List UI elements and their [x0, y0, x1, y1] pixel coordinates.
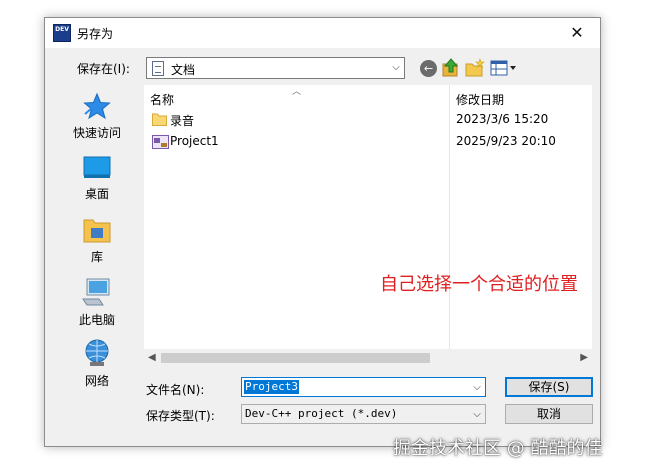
title-bar: DEV 另存为 ✕: [45, 18, 600, 48]
place-label: 桌面: [84, 187, 109, 201]
close-button[interactable]: ✕: [554, 18, 600, 48]
place-label: 快速访问: [72, 126, 121, 140]
back-arrow-icon: ←: [423, 62, 434, 75]
filetype-value: Dev-C++ project (*.dev): [245, 407, 398, 420]
place-network[interactable]: 网络: [63, 338, 131, 389]
current-folder-name: 文档: [171, 63, 196, 77]
place-library[interactable]: 库: [63, 216, 131, 265]
view-menu-button[interactable]: [490, 59, 518, 77]
folder-icon: [152, 113, 167, 126]
dialog-title: 另存为: [77, 27, 114, 41]
dev-project-icon: [152, 135, 169, 149]
file-list[interactable]: ︿ 名称 修改日期 录音 2023/3/6 15:20 Project1 202…: [144, 85, 592, 367]
save-in-combobox[interactable]: 文档 ⌵: [146, 57, 405, 79]
save-button[interactable]: 保存(S): [505, 377, 593, 397]
column-divider: [449, 85, 450, 349]
up-folder-icon: [442, 58, 459, 77]
cancel-button[interactable]: 取消: [505, 404, 593, 424]
star-icon: [83, 92, 111, 120]
place-quick-access[interactable]: 快速访问: [63, 92, 131, 141]
file-name: Project1: [170, 134, 219, 148]
view-icon: [490, 60, 516, 76]
watermark: 掘金技术社区 @ 酷酷的佳: [393, 438, 603, 459]
scrollbar-thumb[interactable]: [161, 353, 430, 363]
documents-folder-icon: [152, 61, 164, 76]
place-label: 此电脑: [78, 313, 115, 327]
dev-cpp-app-icon: DEV: [53, 24, 71, 42]
chevron-down-icon: ⌵: [473, 409, 481, 420]
horizontal-scrollbar[interactable]: ◀ ▶: [144, 349, 592, 367]
close-icon: ✕: [570, 23, 584, 42]
file-modified: 2023/3/6 15:20: [456, 112, 549, 126]
app-icon-text: DEV: [55, 26, 69, 33]
file-name: 录音: [170, 114, 195, 128]
filename-label: 文件名(N):: [146, 383, 205, 397]
column-header-name[interactable]: 名称: [150, 91, 174, 108]
sort-ascending-icon: ︿: [292, 87, 302, 97]
library-icon: [83, 219, 111, 243]
save-in-label: 保存在(I):: [77, 62, 130, 76]
place-label: 库: [90, 250, 103, 264]
place-this-pc[interactable]: 此电脑: [63, 277, 131, 328]
file-modified: 2025/9/23 20:10: [456, 134, 556, 148]
filetype-label: 保存类型(T):: [146, 409, 215, 423]
new-folder-button[interactable]: [465, 58, 485, 78]
scroll-right-icon[interactable]: ▶: [580, 352, 588, 363]
place-desktop[interactable]: 桌面: [63, 155, 131, 202]
filename-input[interactable]: Project3 ⌵: [241, 377, 486, 397]
scroll-left-icon[interactable]: ◀: [148, 352, 156, 363]
back-button[interactable]: ←: [420, 60, 437, 77]
place-label: 网络: [84, 374, 109, 388]
chevron-down-icon[interactable]: ⌵: [469, 378, 485, 396]
computer-icon: [82, 278, 110, 306]
filetype-select[interactable]: Dev-C++ project (*.dev) ⌵: [241, 404, 486, 424]
chevron-down-icon: ⌵: [392, 62, 400, 73]
network-icon: [85, 339, 109, 366]
annotation-text: 自己选择一个合适的位置: [380, 274, 578, 295]
filename-value: Project3: [244, 380, 299, 394]
save-as-dialog: DEV 另存为 ✕ 保存在(I): 文档 ⌵ ← 快速访问 桌面 库 此电脑 网…: [44, 17, 601, 447]
up-one-level-button[interactable]: [442, 58, 460, 78]
desktop-icon: [83, 156, 111, 178]
column-header-date-modified[interactable]: 修改日期: [456, 91, 504, 108]
new-folder-icon: [465, 58, 485, 77]
